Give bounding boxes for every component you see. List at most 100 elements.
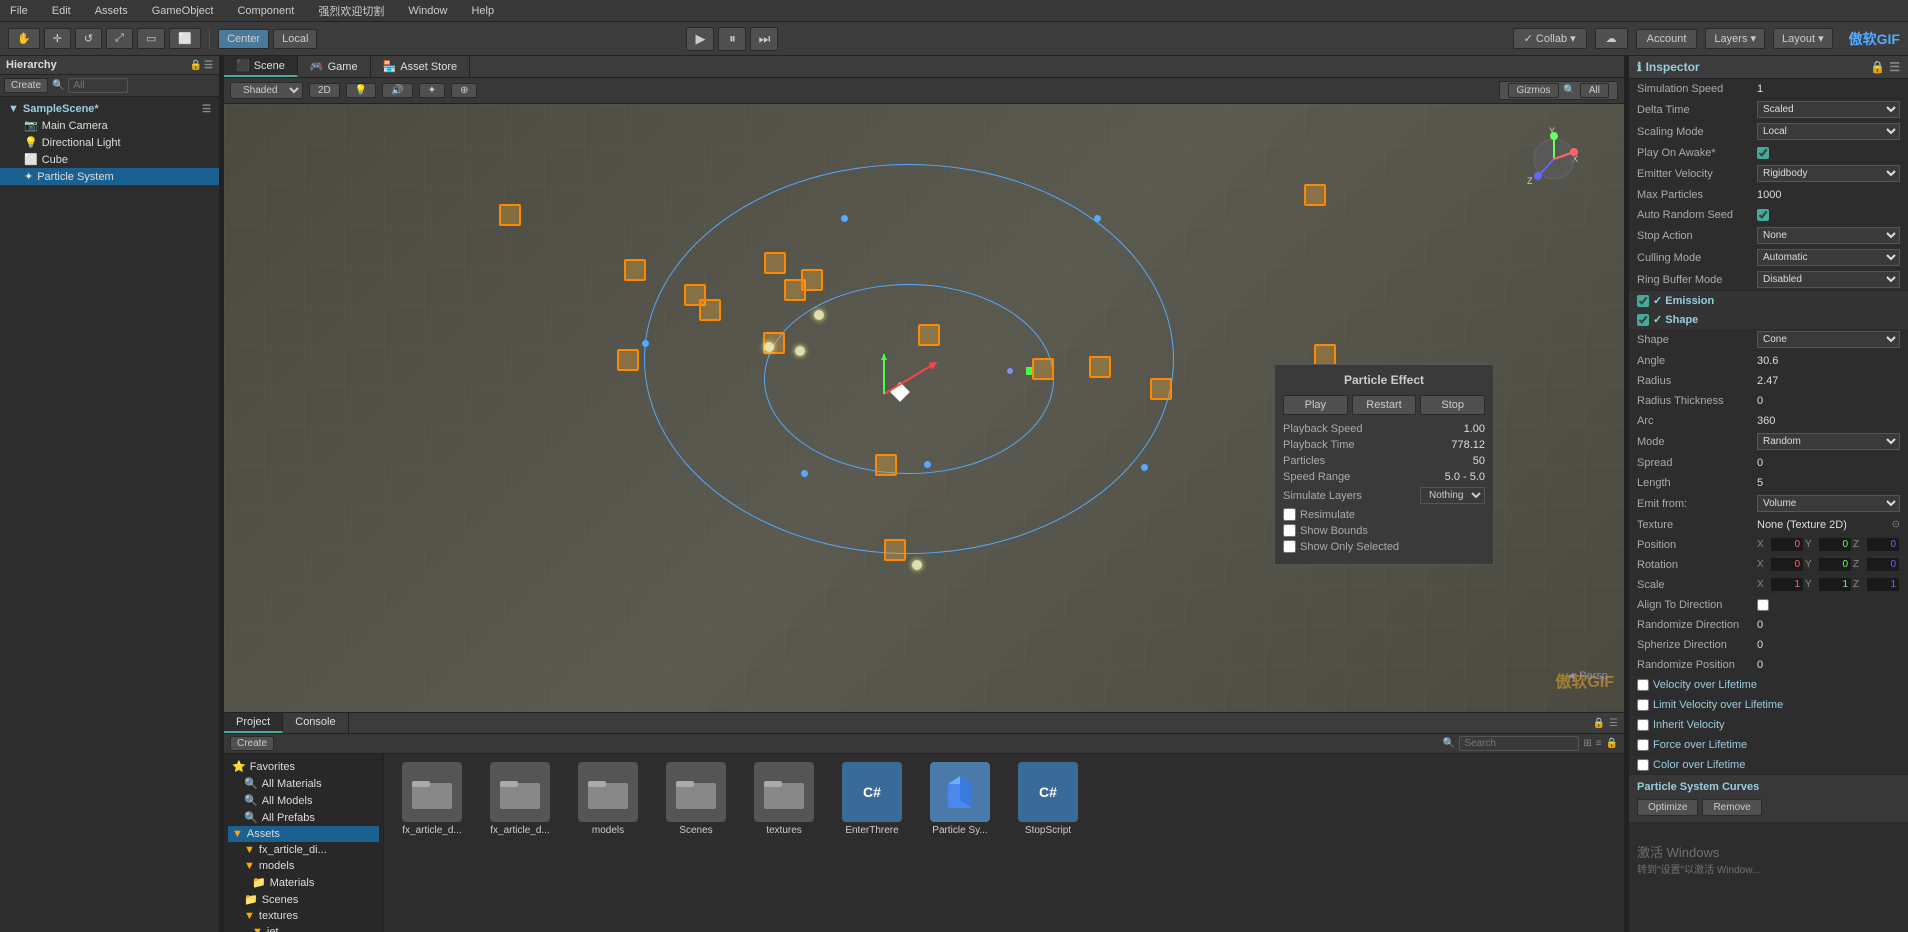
asset-enter[interactable]: C# EnterThrere [832, 762, 912, 836]
vel-lifetime-checkbox[interactable] [1637, 679, 1649, 691]
asset-models[interactable]: models [568, 762, 648, 836]
proj-view-icon3[interactable]: 🔒 [1606, 738, 1618, 749]
vel-lifetime-section[interactable]: Velocity over Lifetime [1629, 675, 1908, 695]
project-create-btn[interactable]: Create [230, 736, 274, 751]
color-lifetime-checkbox[interactable] [1637, 759, 1649, 771]
proj-textures[interactable]: ▼ textures [228, 908, 379, 924]
proj-all-prefabs[interactable]: 🔍 All Prefabs [228, 809, 379, 826]
hierarchy-item-particles[interactable]: ✦ Particle System [0, 168, 219, 185]
center-btn[interactable]: Center [218, 29, 269, 49]
gizmos-btn[interactable]: Gizmos [1508, 83, 1560, 98]
menu-window[interactable]: Window [402, 3, 453, 19]
play-btn[interactable]: ▶ [686, 27, 714, 51]
inspector-menu-icon[interactable]: ☰ [1889, 60, 1900, 74]
scene-toggle-btn[interactable]: ⊕ [451, 83, 477, 98]
limit-vel-section[interactable]: Limit Velocity over Lifetime [1629, 695, 1908, 715]
insp-scaling-dropdown[interactable]: Local [1757, 123, 1900, 140]
asset-fx2[interactable]: fx_article_d... [480, 762, 560, 836]
force-lifetime-section[interactable]: Force over Lifetime [1629, 735, 1908, 755]
hierarchy-item-light[interactable]: 💡 Directional Light [0, 134, 219, 151]
proj-models[interactable]: ▼ models [228, 858, 379, 874]
local-btn[interactable]: Local [273, 29, 317, 49]
menu-file[interactable]: File [4, 3, 34, 19]
tab-asset-store[interactable]: 🏪 Asset Store [371, 56, 471, 77]
force-lifetime-checkbox[interactable] [1637, 739, 1649, 751]
circle-point-top2[interactable] [1094, 215, 1101, 222]
tab-scene[interactable]: ⬛ Scene [224, 56, 298, 77]
inherit-vel-section[interactable]: Inherit Velocity [1629, 715, 1908, 735]
inherit-vel-checkbox[interactable] [1637, 719, 1649, 731]
hierarchy-item-camera[interactable]: 📷 Main Camera [0, 117, 219, 134]
color-lifetime-section[interactable]: Color over Lifetime [1629, 755, 1908, 775]
stop-particle-btn[interactable]: Stop [1420, 395, 1485, 415]
layout-btn[interactable]: Layout ▾ [1773, 28, 1833, 49]
proj-view-icon2[interactable]: ≡ [1596, 738, 1602, 749]
simulate-layers-select[interactable]: Nothing [1420, 487, 1485, 504]
circle-point-bottom[interactable] [924, 461, 931, 468]
panel-menu-icon[interactable]: ☰ [1609, 718, 1618, 729]
hierarchy-menu-icon[interactable]: ☰ [204, 60, 213, 71]
collab-btn[interactable]: ✓ Collab ▾ [1513, 28, 1587, 49]
restart-particle-btn[interactable]: Restart [1352, 395, 1417, 415]
insp-emitter-dropdown[interactable]: Rigidbody [1757, 165, 1900, 182]
insp-arc-mode-dropdown[interactable]: Random [1757, 433, 1900, 450]
circle-point-bl[interactable] [801, 470, 808, 477]
menu-extra[interactable]: 强烈欢迎切割 [312, 1, 390, 21]
limit-vel-checkbox[interactable] [1637, 699, 1649, 711]
asset-textures[interactable]: textures [744, 762, 824, 836]
insp-delta-dropdown[interactable]: Scaled [1757, 101, 1900, 118]
texture-select-icon[interactable]: ⊙ [1892, 519, 1900, 530]
play-particle-btn[interactable]: Play [1283, 395, 1348, 415]
insp-play-awake-checkbox[interactable] [1757, 147, 1769, 159]
menu-edit[interactable]: Edit [46, 3, 77, 19]
proj-materials[interactable]: 📁 Materials [228, 874, 379, 891]
proj-all-models[interactable]: 🔍 All Models [228, 792, 379, 809]
layers-btn[interactable]: Layers ▾ [1705, 28, 1765, 49]
shading-dropdown[interactable]: Shaded [230, 82, 303, 99]
tab-project[interactable]: Project [224, 713, 283, 733]
menu-assets[interactable]: Assets [89, 3, 134, 19]
tab-game[interactable]: 🎮 Game [298, 56, 371, 77]
account-btn[interactable]: Account [1636, 29, 1698, 49]
menu-help[interactable]: Help [465, 3, 500, 19]
scene-fx-btn[interactable]: ✦ [419, 83, 445, 98]
hierarchy-scene[interactable]: ▼ SampleScene* ☰ [0, 101, 219, 117]
insp-ring-buffer-dropdown[interactable]: Disabled [1757, 271, 1900, 288]
shape-checkbox[interactable] [1637, 314, 1649, 326]
rotate-tool-btn[interactable]: ↺ [75, 28, 102, 49]
scene-canvas[interactable]: Y X Z ◄ Persp Part [224, 104, 1624, 712]
circle-point-top[interactable] [841, 215, 848, 222]
2d-btn[interactable]: 2D [309, 83, 340, 98]
hand-tool-btn[interactable]: ✋ [8, 28, 40, 49]
proj-assets[interactable]: ▼ Assets [228, 826, 379, 842]
asset-fx1[interactable]: fx_article_d... [392, 762, 472, 836]
proj-jet[interactable]: ▼ jet [228, 924, 379, 932]
all-btn[interactable]: All [1580, 83, 1609, 98]
inspector-lock-icon[interactable]: 🔒 [1870, 60, 1885, 74]
asset-stop-script[interactable]: C# StopScript [1008, 762, 1088, 836]
move-tool-btn[interactable]: ✛ [44, 28, 71, 49]
proj-view-icon1[interactable]: ⊞ [1583, 738, 1591, 749]
hierarchy-create-btn[interactable]: Create [4, 78, 48, 93]
cloud-btn[interactable]: ☁ [1595, 28, 1628, 49]
resimulate-checkbox[interactable] [1283, 508, 1296, 521]
pause-btn[interactable]: ⏸ [718, 27, 746, 51]
proj-fx-article[interactable]: ▼ fx_article_di... [228, 842, 379, 858]
insp-emit-from-dropdown[interactable]: Volume [1757, 495, 1900, 512]
shape-section[interactable]: ✓ Shape [1629, 310, 1908, 329]
menu-component[interactable]: Component [231, 3, 300, 19]
panel-lock-icon[interactable]: 🔒 [1593, 718, 1605, 729]
proj-all-materials[interactable]: 🔍 All Materials [228, 775, 379, 792]
scene-light-btn[interactable]: 💡 [346, 83, 376, 98]
scene-audio-btn[interactable]: 🔊 [382, 83, 412, 98]
circle-point-right[interactable] [1141, 464, 1148, 471]
remove-btn[interactable]: Remove [1702, 799, 1761, 816]
emission-section[interactable]: ✓ Emission [1629, 291, 1908, 310]
insp-auto-seed-checkbox[interactable] [1757, 209, 1769, 221]
proj-scenes[interactable]: 📁 Scenes [228, 891, 379, 908]
blue-control-dot[interactable] [1007, 368, 1013, 374]
insp-culling-dropdown[interactable]: Automatic [1757, 249, 1900, 266]
tab-console[interactable]: Console [283, 713, 348, 733]
hierarchy-lock-icon[interactable]: 🔒 [190, 60, 202, 71]
optimize-btn[interactable]: Optimize [1637, 799, 1698, 816]
